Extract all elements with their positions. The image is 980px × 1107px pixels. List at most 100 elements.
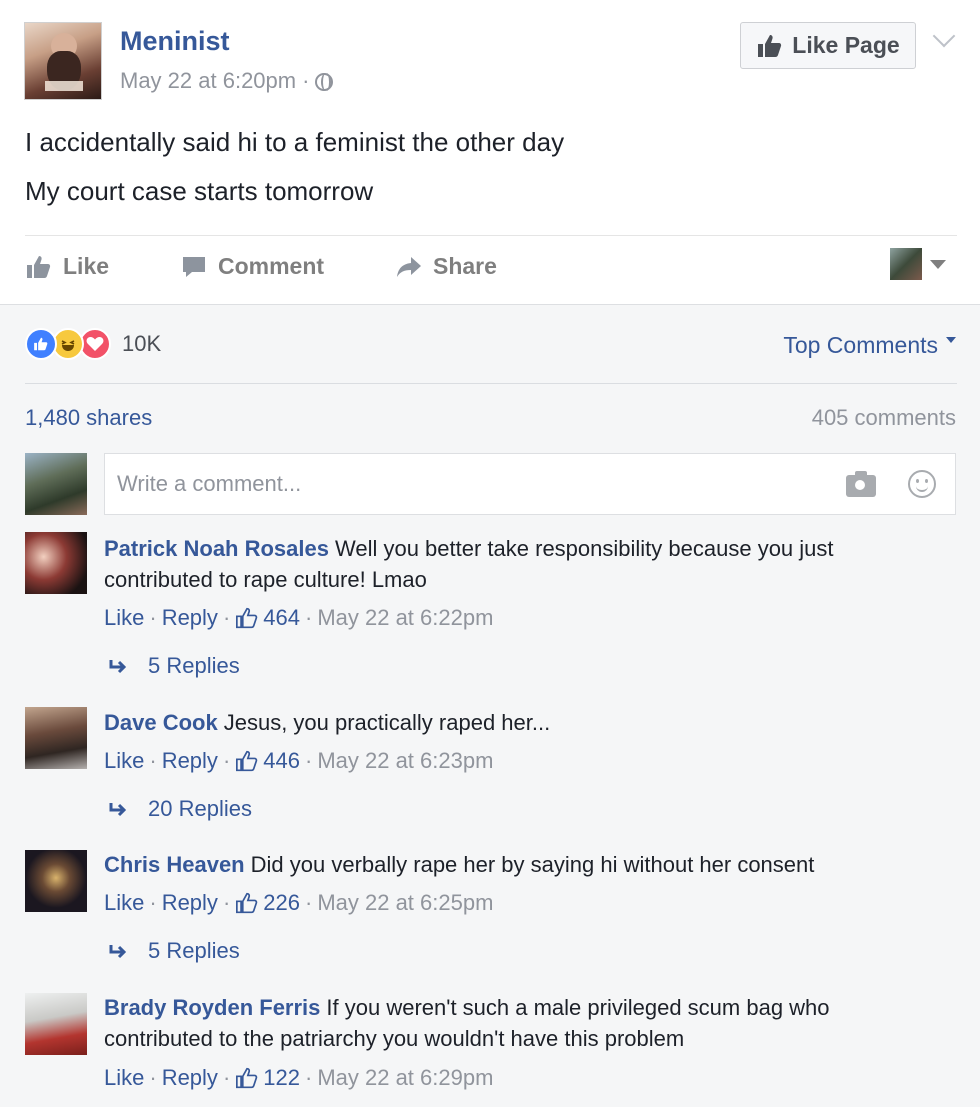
like-page-button[interactable]: Like Page: [740, 22, 916, 69]
comment-author[interactable]: Brady Royden Ferris: [104, 995, 320, 1020]
meta-separator: ·: [302, 68, 310, 93]
view-replies-link[interactable]: 20 Replies: [108, 796, 252, 822]
like-page-label: Like Page: [792, 32, 900, 58]
like-count-value: 464: [263, 605, 300, 630]
caret-down-icon: [946, 336, 956, 343]
top-comments-dropdown[interactable]: Top Comments: [783, 332, 956, 359]
comment-timestamp[interactable]: May 22 at 6:25pm: [317, 890, 493, 916]
separator: ·: [222, 1065, 231, 1090]
share-icon: [397, 256, 421, 277]
commenter-avatar[interactable]: [25, 850, 87, 912]
separator: ·: [304, 748, 313, 773]
comment-reply-link[interactable]: Reply: [162, 1065, 218, 1091]
comment-author[interactable]: Patrick Noah Rosales: [104, 536, 329, 561]
audience-selector[interactable]: [890, 248, 946, 280]
comment-actions: Like · Reply · 122 · May 22 at 6:29pm: [104, 1065, 493, 1091]
post-timestamp[interactable]: May 22 at 6:20pm: [120, 68, 296, 94]
separator: ·: [149, 1065, 157, 1090]
replies-label: 5 Replies: [148, 938, 240, 963]
separator: ·: [222, 748, 231, 773]
sort-label: Top Comments: [783, 332, 938, 358]
thumbs-up-outline-icon: [236, 1067, 258, 1089]
thumbs-up-outline-icon: [236, 607, 258, 629]
comment-body: Patrick Noah Rosales Well you better take…: [104, 533, 934, 595]
chevron-down-icon[interactable]: [932, 24, 956, 48]
comment-reply-link[interactable]: Reply: [162, 605, 218, 631]
thumbs-up-icon: [758, 34, 782, 57]
comment-like-link[interactable]: Like: [104, 748, 144, 774]
comment-like-link[interactable]: Like: [104, 890, 144, 916]
post-card: Meninist May 22 at 6:20pm · Like Page I …: [0, 0, 980, 305]
comment-body: Chris Heaven Did you verbally rape her by…: [104, 849, 934, 880]
comment-icon: [183, 256, 205, 277]
separator: ·: [304, 1065, 313, 1090]
separator: ·: [149, 605, 157, 630]
current-user-avatar[interactable]: [25, 453, 87, 515]
post-action-bar: Like Comment Share: [0, 236, 980, 302]
commenter-avatar[interactable]: [25, 532, 87, 594]
comment-timestamp[interactable]: May 22 at 6:23pm: [317, 748, 493, 774]
divider: [25, 383, 957, 384]
user-avatar: [890, 248, 922, 280]
comment-author[interactable]: Chris Heaven: [104, 852, 245, 877]
caret-down-icon: [930, 259, 946, 269]
comment-body: Brady Royden Ferris If you weren't such a…: [104, 992, 934, 1054]
separator: ·: [222, 890, 231, 915]
comment-timestamp[interactable]: May 22 at 6:22pm: [317, 605, 493, 631]
comment-author[interactable]: Dave Cook: [104, 710, 218, 735]
like-label: Like: [63, 253, 110, 279]
separator: ·: [149, 890, 157, 915]
comment-like-link[interactable]: Like: [104, 605, 144, 631]
share-label: Share: [433, 253, 497, 279]
replies-label: 20 Replies: [148, 796, 252, 821]
comment-actions: Like · Reply · 464 · May 22 at 6:22pm: [104, 605, 493, 631]
comment-input[interactable]: Write a comment...: [104, 453, 956, 515]
comment-like-count[interactable]: 464: [235, 605, 300, 631]
comment-text: Jesus, you practically raped her...: [223, 710, 551, 735]
comment-reply-link[interactable]: Reply: [162, 890, 218, 916]
thumbs-up-outline-icon: [236, 892, 258, 914]
camera-icon[interactable]: [846, 471, 876, 497]
replies-label: 5 Replies: [148, 653, 240, 678]
reply-arrow-icon: [109, 945, 127, 959]
like-count-value: 226: [263, 890, 300, 915]
comment-like-link[interactable]: Like: [104, 1065, 144, 1091]
reaction-count: 10K: [122, 331, 162, 356]
commenter-avatar[interactable]: [25, 993, 87, 1055]
view-replies-link[interactable]: 5 Replies: [108, 938, 240, 964]
comment-reply-link[interactable]: Reply: [162, 748, 218, 774]
reactions-summary[interactable]: 10K: [25, 328, 161, 360]
commenter-avatar[interactable]: [25, 707, 87, 769]
page-name-link[interactable]: Meninist: [120, 26, 230, 57]
separator: ·: [304, 605, 313, 630]
thumbs-up-icon: [27, 255, 51, 278]
thumbs-up-outline-icon: [236, 750, 258, 772]
comment-timestamp[interactable]: May 22 at 6:29pm: [317, 1065, 493, 1091]
comment-like-count[interactable]: 446: [235, 748, 300, 774]
shares-link[interactable]: 1,480 shares: [25, 405, 152, 431]
like-count-value: 122: [263, 1065, 300, 1090]
like-count-value: 446: [263, 748, 300, 773]
smiley-icon[interactable]: [908, 470, 936, 498]
page-avatar[interactable]: [24, 22, 102, 100]
globe-icon: [315, 73, 334, 91]
reply-arrow-icon: [109, 803, 127, 817]
separator: ·: [222, 605, 231, 630]
post-text-line: I accidentally said hi to a feminist the…: [25, 127, 565, 157]
share-button[interactable]: Share: [395, 253, 497, 280]
avatar-tag: [45, 81, 83, 91]
like-reaction-icon: [25, 328, 57, 360]
comment-actions: Like · Reply · 446 · May 22 at 6:23pm: [104, 748, 493, 774]
like-button[interactable]: Like: [25, 253, 109, 280]
comment-label: Comment: [218, 253, 325, 279]
separator: ·: [304, 890, 313, 915]
comment-button[interactable]: Comment: [180, 253, 324, 280]
comment-text: Did you verbally rape her by saying hi w…: [250, 852, 815, 877]
post-text-line: My court case starts tomorrow: [25, 176, 374, 206]
comment-like-count[interactable]: 226: [235, 890, 300, 916]
comment-like-count[interactable]: 122: [235, 1065, 300, 1091]
comment-body: Dave Cook Jesus, you practically raped he…: [104, 707, 934, 738]
comments-count[interactable]: 405 comments: [812, 405, 956, 431]
post-meta: May 22 at 6:20pm ·: [120, 68, 334, 94]
view-replies-link[interactable]: 5 Replies: [108, 653, 240, 679]
